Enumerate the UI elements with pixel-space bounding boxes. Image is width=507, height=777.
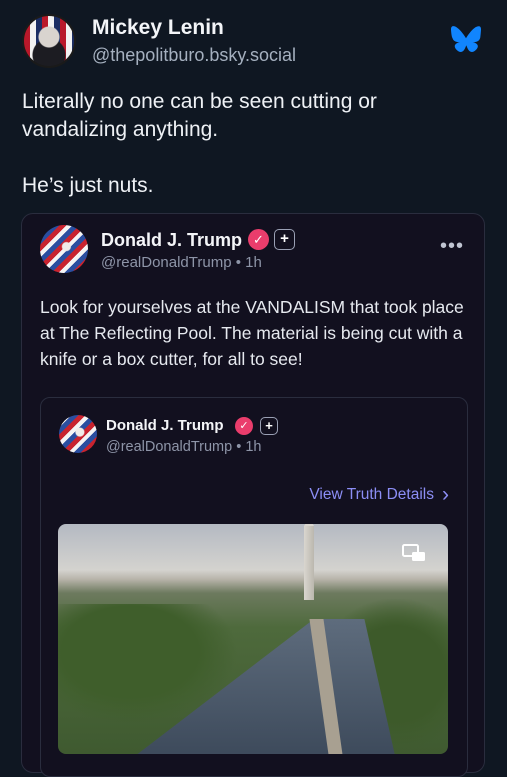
embed-author-name[interactable]: Donald J. Trump: [101, 230, 242, 251]
post-text-line: He’s just nuts.: [22, 174, 154, 197]
view-truth-details-link[interactable]: View Truth Details ›: [309, 483, 449, 507]
post-text: Literally no one can be seen cutting or …: [22, 88, 482, 200]
reflecting-pool-image[interactable]: [58, 524, 448, 754]
image-monument: [304, 524, 314, 600]
author-handle[interactable]: @thepolitburo.bsky.social: [92, 45, 296, 66]
post-header: Mickey Lenin @thepolitburo.bsky.social: [22, 12, 485, 72]
chevron-right-icon: ›: [442, 483, 449, 506]
plus-icon[interactable]: +: [274, 229, 295, 250]
bluesky-butterfly-icon[interactable]: [451, 26, 481, 52]
verified-icon: ✓: [248, 229, 269, 250]
author-avatar[interactable]: [22, 14, 76, 68]
embed-text: Look for yourselves at the VANDALISM tha…: [40, 297, 464, 369]
post-text-line: Literally no one can be seen cutting or …: [22, 90, 377, 141]
picture-in-picture-icon[interactable]: [402, 544, 426, 562]
verified-icon: ✓: [235, 417, 253, 435]
quoted-truth-card[interactable]: Donald J. Trump ✓ + @realDonaldTrump • 1…: [40, 397, 468, 777]
embed-author-avatar[interactable]: [40, 225, 88, 273]
quote-author-name[interactable]: Donald J. Trump: [106, 417, 224, 434]
plus-icon[interactable]: +: [260, 417, 278, 435]
view-truth-details-label: View Truth Details: [309, 486, 434, 503]
author-display-name[interactable]: Mickey Lenin: [92, 16, 224, 40]
quote-author-meta: @realDonaldTrump • 1h: [106, 439, 262, 455]
embedded-truth-card[interactable]: Donald J. Trump ✓ + @realDonaldTrump • 1…: [21, 213, 485, 777]
embed-author-meta: @realDonaldTrump • 1h: [101, 254, 262, 271]
quote-author-avatar[interactable]: [59, 415, 97, 453]
more-icon[interactable]: •••: [440, 236, 464, 256]
